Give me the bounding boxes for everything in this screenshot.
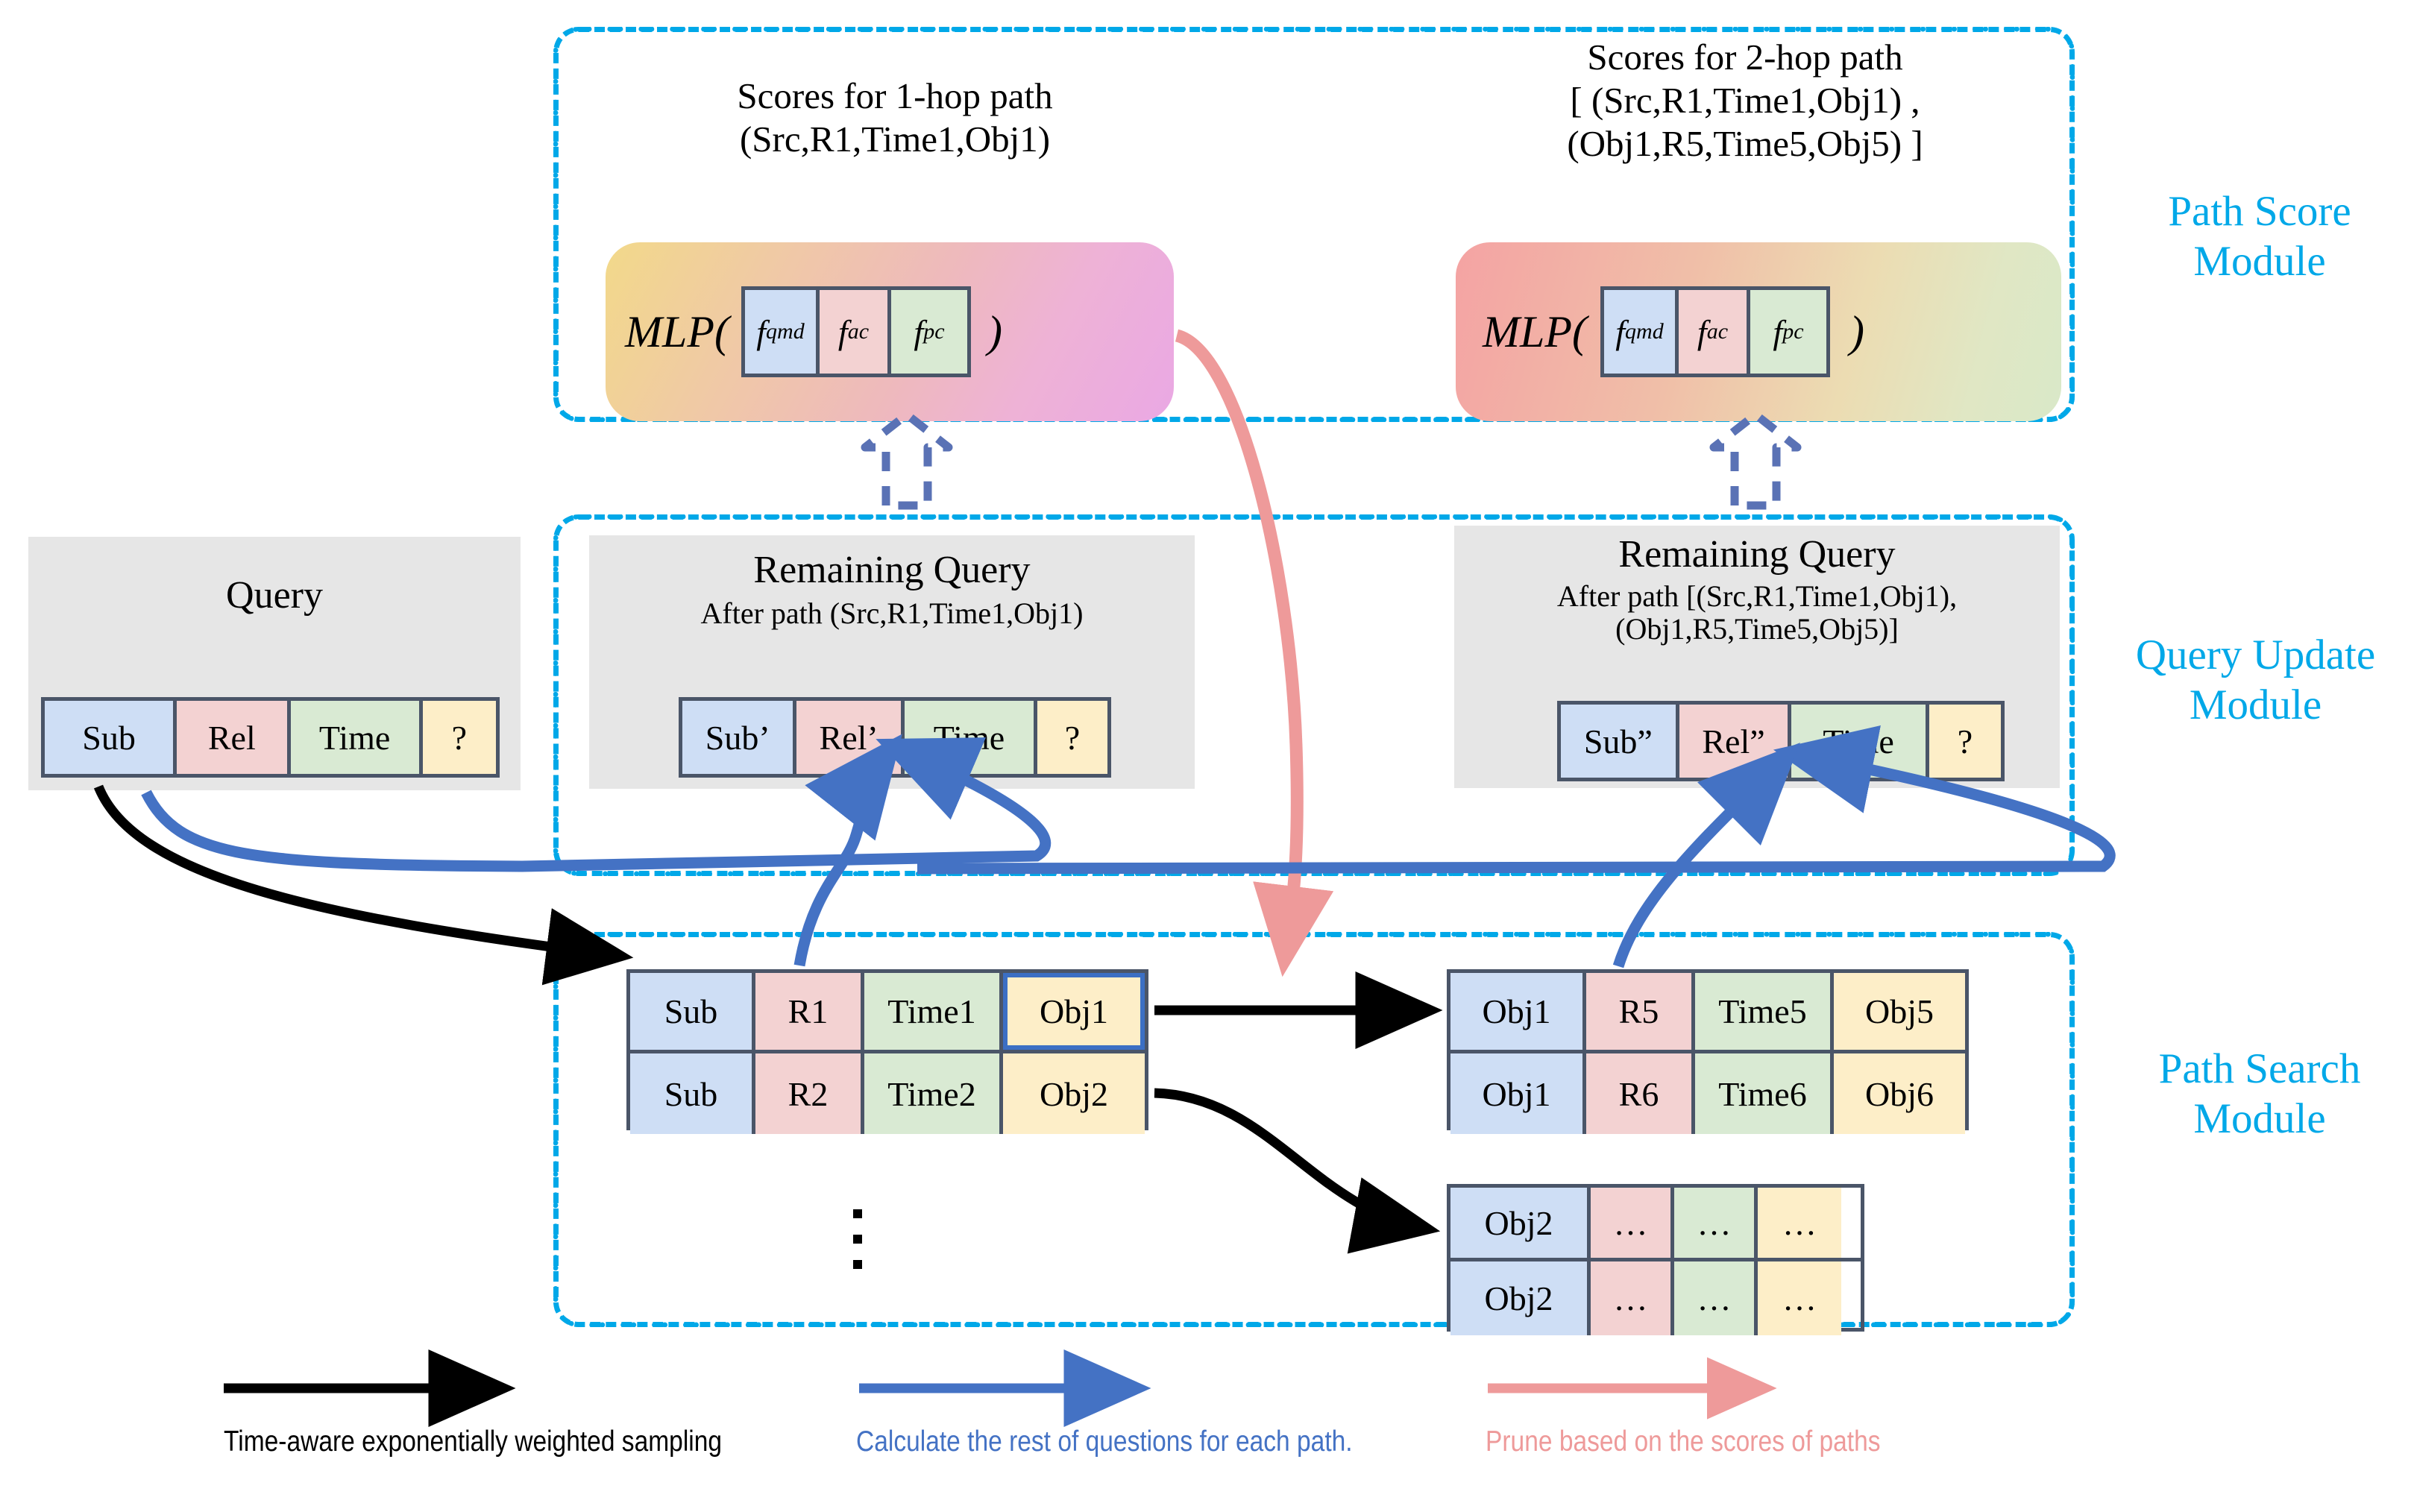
hop1-r0-rel: R1 [755,973,864,1050]
hop2b-r0-time: … [1674,1188,1758,1258]
legend-label-sampling: Time-aware exponentially weighted sampli… [224,1426,723,1458]
hop1-r1-time: Time2 [864,1053,1003,1134]
hop2a-r1-time: Time6 [1695,1053,1834,1134]
module-label-query-update: Query Update Module [2135,631,2376,729]
score-caption-2hop: Scores for 2-hop path [ (Src,R1,Time1,Ob… [1462,36,2028,165]
hop2b-r1-rel: … [1591,1261,1674,1335]
score-caption-2hop-line2: [ (Src,R1,Time1,Obj1) , [1570,79,1920,121]
query-cells: Sub Rel Time ? [41,697,500,778]
score-caption-1hop-line1: Scores for 1-hop path [737,75,1053,116]
remaining-2-cell-time: Time [1791,705,1929,778]
hop2a-r0-rel: R5 [1586,973,1695,1050]
hop2b-r0-sub: Obj2 [1450,1188,1591,1258]
remaining-2-cell-sub: Sub” [1561,705,1679,778]
mlp-prefix-1hop: MLP( [625,306,729,356]
hop2a-r1-rel: R6 [1586,1053,1695,1134]
hop2a-r0-time: Time5 [1695,973,1834,1050]
mlp-suffix-1hop: ) [987,306,1002,356]
remaining-2-cell-rel: Rel” [1679,705,1792,778]
feature-vector-2hop: f qmd f ac f pc [1600,286,1830,377]
mlp-pill-1hop: MLP( f qmd f ac f pc ) [606,242,1174,421]
remaining-1-cell-rel: Rel’ [796,701,905,774]
hop2b-r0-obj: … [1758,1188,1841,1258]
query-cell-rel: Rel [177,701,291,774]
remaining-query-2-subtitle-line2: (Obj1,R5,Time5,Obj5)] [1615,612,1899,646]
module-label-path-score: Path Score Module [2168,188,2351,286]
remaining-query-1-title: Remaining Query [753,549,1031,591]
remaining-query-2-subtitle-line1: After path [(Src,R1,Time1,Obj1), [1556,579,1958,614]
mlp-prefix-2hop: MLP( [1483,306,1587,356]
score-caption-1hop-line2: (Src,R1,Time1,Obj1) [739,118,1051,160]
feature-vector-1hop: f qmd f ac f pc [741,286,971,377]
feature-cell-fac-1hop: f ac [819,290,891,374]
hop2a-r1-obj: Obj6 [1834,1053,1965,1134]
hop2a-r1-sub: Obj1 [1450,1053,1586,1134]
table-row: Sub R2 Time2 Obj2 [630,1053,1145,1134]
path-table-hop2-a: Obj1 R5 Time5 Obj5 Obj1 R6 Time6 Obj6 [1447,969,1969,1134]
remaining-query-2-title: Remaining Query [1618,533,1896,576]
sampling-arrow-query-to-hop1 [93,784,634,986]
feature-cell-fpc-2hop: f pc [1750,290,1826,374]
query-panel-title: Query [226,574,323,617]
path-table-hop2-b: Obj2 … … … Obj2 … … … [1447,1184,1864,1335]
legend-item-sampling: Time-aware exponentially weighted sampli… [224,1424,790,1461]
remaining-query-1-subtitle: After path (Src,R1,Time1,Obj1) [700,596,1084,631]
mlp-pill-2hop: MLP( f qmd f ac f pc ) [1456,242,2061,421]
legend-label-calculate: Calculate the rest of questions for each… [856,1426,1353,1458]
table-row: Obj1 R5 Time5 Obj5 [1450,973,1965,1053]
remaining-1-cell-q: ? [1037,701,1107,774]
legend-label-prune: Prune based on the scores of paths [1486,1426,1881,1458]
table-row: Obj1 R6 Time6 Obj6 [1450,1053,1965,1134]
legend-item-calculate: Calculate the rest of questions for each… [856,1424,1423,1461]
query-cell-time: Time [290,701,423,774]
score-caption-2hop-line1: Scores for 2-hop path [1587,37,1903,78]
hop2b-r1-obj: … [1758,1261,1841,1335]
remaining-query-1-cells: Sub’ Rel’ Time ? [679,697,1111,778]
remaining-1-cell-sub: Sub’ [682,701,797,774]
hop1-r1-rel: R2 [755,1053,864,1134]
hop2b-r0-rel: … [1591,1188,1674,1258]
hop2a-r0-obj: Obj5 [1834,973,1965,1050]
remaining-1-cell-time: Time [904,701,1037,774]
feature-cell-fpc-1hop: f pc [890,290,967,374]
dashed-up-arrow-left [861,410,953,510]
hop2b-r1-sub: Obj2 [1450,1261,1591,1335]
feature-cell-fqmd-1hop: f qmd [744,290,820,374]
hop1-r1-sub: Sub [630,1053,755,1134]
hop2a-r0-sub: Obj1 [1450,973,1586,1050]
hop1-r1-obj: Obj2 [1003,1053,1145,1134]
mlp-suffix-2hop: ) [1849,306,1864,356]
query-cell-q: ? [422,701,496,774]
module-label-path-search: Path Search Module [2158,1045,2361,1143]
query-cell-sub: Sub [45,701,177,774]
score-caption-2hop-line3: (Obj1,R5,Time5,Obj5) ] [1567,122,1923,164]
hop1-r0-time: Time1 [864,973,1003,1050]
feature-cell-fqmd-2hop: f qmd [1603,290,1679,374]
feature-cell-fac-2hop: f ac [1678,290,1750,374]
score-caption-1hop: Scores for 1-hop path (Src,R1,Time1,Obj1… [619,75,1171,161]
vertical-ellipsis [843,1193,873,1269]
table-row: Obj2 … … … [1450,1188,1861,1261]
remaining-2-cell-q: ? [1929,705,2001,778]
table-row: Sub R1 Time1 Obj1 [630,973,1145,1053]
dashed-up-arrow-right [1709,410,1802,510]
remaining-query-2-cells: Sub” Rel” Time ? [1557,701,2005,781]
table-row: Obj2 … … … [1450,1261,1861,1335]
hop1-r0-sub: Sub [630,973,755,1050]
hop1-r0-obj: Obj1 [1003,973,1145,1050]
legend-item-prune: Prune based on the scores of paths [1486,1424,2097,1461]
hop2b-r1-time: … [1674,1261,1758,1335]
path-table-hop1: Sub R1 Time1 Obj1 Sub R2 Time2 Obj2 [626,969,1148,1134]
